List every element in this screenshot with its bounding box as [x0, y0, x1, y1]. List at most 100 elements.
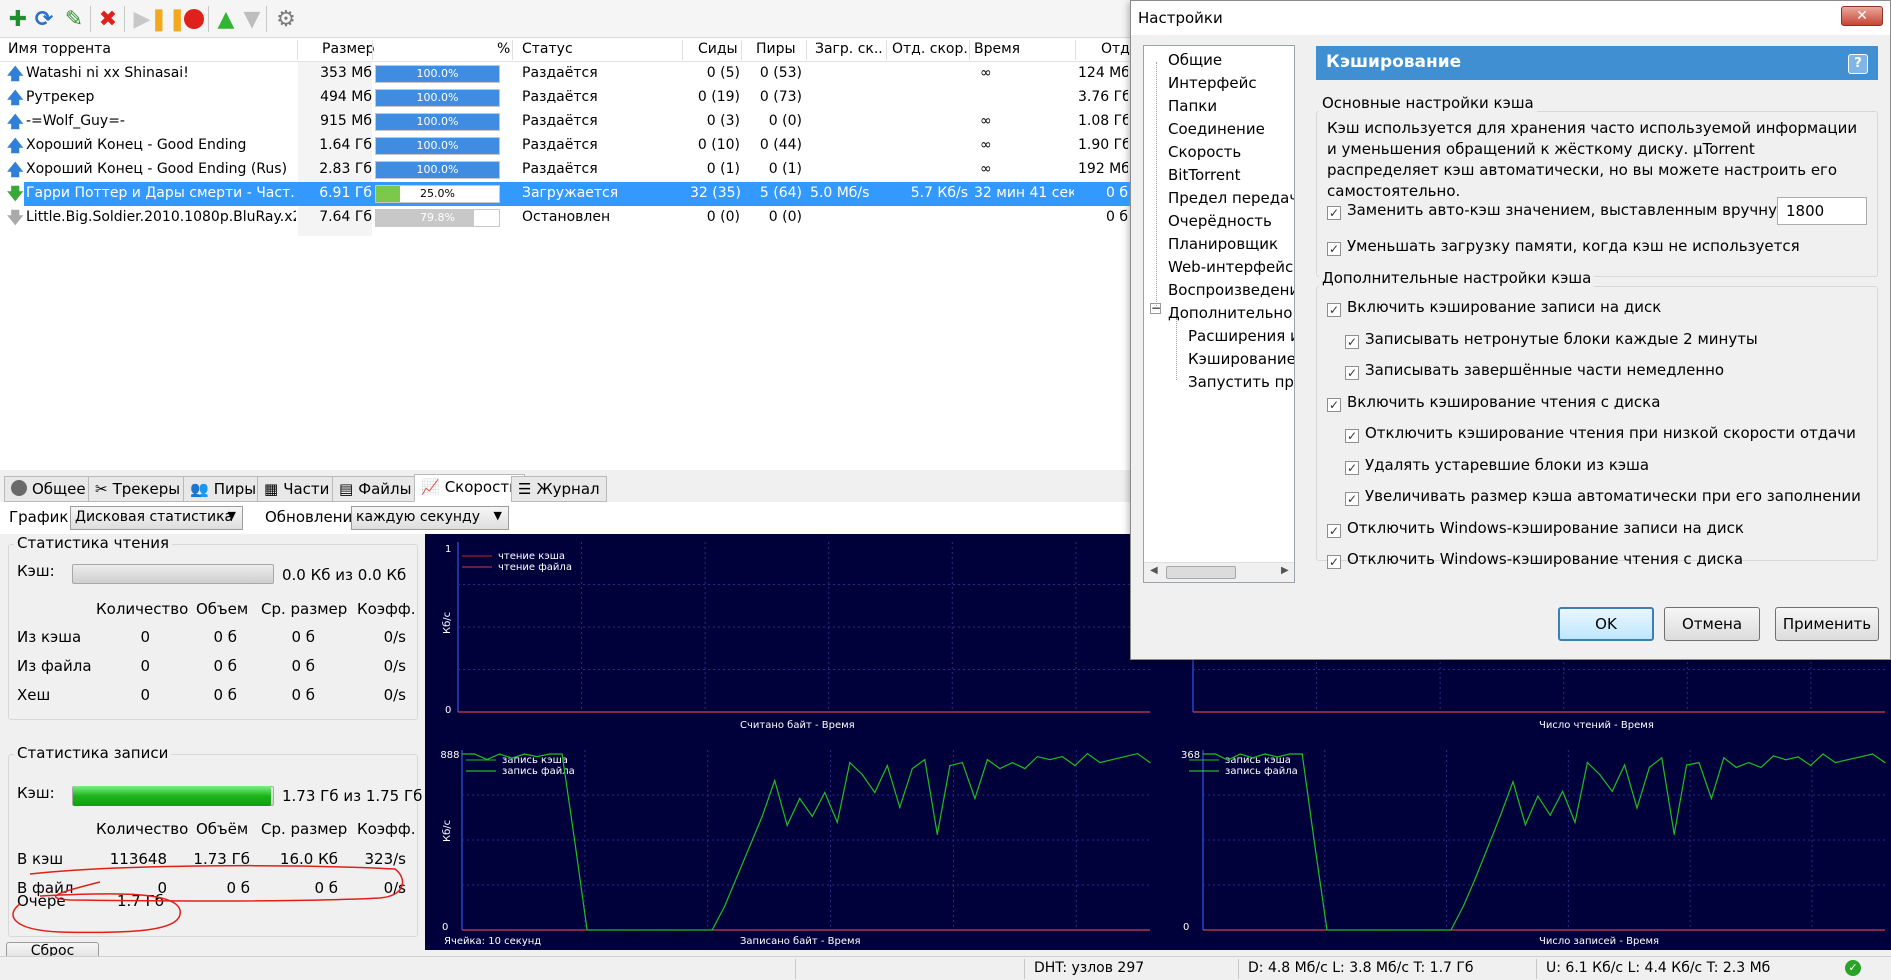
- tab-peers[interactable]: 👥 Пиры: [183, 476, 264, 502]
- scrollbar-thumb[interactable]: [1166, 566, 1236, 579]
- tree-item[interactable]: Предел передачи: [1168, 189, 1294, 207]
- column-separator[interactable]: [372, 40, 373, 60]
- scroll-right-icon[interactable]: ▶: [1281, 565, 1289, 576]
- tree-item[interactable]: Общие: [1168, 51, 1222, 69]
- column-separator[interactable]: [682, 40, 683, 60]
- tree-item[interactable]: Папки: [1168, 97, 1217, 115]
- network-ok-icon[interactable]: ✓: [1845, 960, 1861, 976]
- column-header-peers[interactable]: Пиры: [756, 41, 796, 57]
- add-url-icon[interactable]: ⟳: [30, 5, 58, 33]
- column-header-eta[interactable]: Время: [974, 41, 1020, 57]
- remove-icon[interactable]: ✖: [94, 5, 122, 33]
- cache-option-checkbox[interactable]: ✓ Отключить кэширование чтения при низкой…: [1345, 424, 1856, 443]
- series-point: [1611, 790, 1613, 792]
- tree-item[interactable]: Интерфейс: [1168, 74, 1257, 92]
- series-point: [1847, 759, 1849, 761]
- preferences-icon[interactable]: ⚙: [272, 5, 300, 33]
- column-separator[interactable]: [969, 40, 970, 60]
- cell-size: 6.91 Гб: [319, 185, 372, 201]
- column-separator[interactable]: [1075, 40, 1076, 60]
- column-separator[interactable]: [512, 40, 513, 60]
- tab-pieces[interactable]: ▦ Части: [257, 476, 337, 502]
- cache-option-checkbox[interactable]: ✓ Включить кэширование записи на диск: [1327, 298, 1661, 317]
- torrent-row[interactable]: Watashi ni xx Shinasai! 353 Мб Раздаётся 0 …: [0, 62, 1130, 86]
- cancel-button[interactable]: Отмена: [1664, 607, 1760, 641]
- cell-eta: ∞: [980, 113, 992, 129]
- torrent-row[interactable]: Хороший Конец - Good Ending (Rus) 2.83 Гб…: [0, 158, 1130, 182]
- tree-hscrollbar[interactable]: ◀ ▶: [1144, 562, 1294, 582]
- column-header-down-speed[interactable]: Загр. ск...: [815, 41, 882, 57]
- series-point: [1086, 753, 1089, 755]
- column-header-name[interactable]: Имя торрента: [8, 41, 111, 57]
- tree-item[interactable]: Расширения интерфейса: [1188, 327, 1294, 345]
- tree-item[interactable]: BitTorrent: [1168, 166, 1241, 184]
- upload-status[interactable]: U: 6.1 Кб/с L: 4.4 Кб/с T: 2.3 Мб: [1546, 960, 1770, 976]
- add-torrent-icon[interactable]: ✚: [4, 5, 32, 33]
- tree-item[interactable]: Очерёдность: [1168, 212, 1272, 230]
- tab-speed[interactable]: 📈 Скорость: [414, 474, 525, 502]
- settings-dialog: Настройки ✕ Общие Интерфейс Папки Соединени…: [1130, 0, 1891, 660]
- series-point: [1537, 795, 1539, 797]
- pause-icon[interactable]: ❚❚: [150, 5, 187, 33]
- dialog-titlebar[interactable]: Настройки ✕: [1131, 1, 1890, 35]
- stop-icon[interactable]: [180, 5, 208, 33]
- help-icon[interactable]: ?: [1848, 54, 1868, 74]
- torrent-row[interactable]: Рутрекер 494 Мб Раздаётся 0 (19) 0 (73) 3.76 …: [0, 86, 1130, 110]
- tree-item[interactable]: Запустить программу: [1188, 373, 1294, 391]
- override-cache-checkbox[interactable]: ✓ Заменить авто-кэш значением, выставленн…: [1327, 201, 1833, 220]
- column-header-status[interactable]: Статус: [522, 41, 573, 57]
- column-separator[interactable]: [297, 40, 298, 60]
- reduce-memory-checkbox[interactable]: ✓ Уменьшать загрузку памяти, когда кэш не…: [1327, 237, 1800, 256]
- tab-general[interactable]: Общее: [4, 476, 93, 502]
- dialog-title: Настройки: [1138, 9, 1223, 27]
- torrent-row[interactable]: Хороший Конец - Good Ending 1.64 Гб Раздаё…: [0, 134, 1130, 158]
- cache-option-checkbox[interactable]: ✓ Записывать нетронутые блоки каждые 2 ми…: [1345, 330, 1758, 349]
- reset-button[interactable]: Сброс: [6, 942, 99, 956]
- override-cache-input[interactable]: 1800: [1777, 197, 1867, 225]
- tab-log[interactable]: ☰ Журнал: [511, 476, 607, 502]
- cache-option-checkbox[interactable]: ✓ Удалять устаревшие блоки из кэша: [1345, 456, 1649, 475]
- stat-value: 0: [140, 657, 150, 675]
- tree-item[interactable]: Скорость: [1168, 143, 1241, 161]
- column-separator[interactable]: [741, 40, 742, 60]
- graph-select[interactable]: Дисковая статистика ▼: [70, 506, 243, 530]
- update-select[interactable]: каждую секунду ▼: [351, 506, 509, 530]
- move-up-icon[interactable]: ▲: [212, 5, 240, 33]
- apply-button[interactable]: Применить: [1775, 607, 1879, 641]
- column-separator[interactable]: [806, 40, 807, 60]
- column-header-seeds[interactable]: Сиды: [698, 41, 738, 57]
- cache-option-checkbox[interactable]: ✓ Записывать завершённые части немедленно: [1345, 361, 1724, 380]
- legend-label: запись файла: [1225, 766, 1298, 777]
- checkmark-icon: ✓: [1327, 303, 1341, 317]
- tree-item[interactable]: Web-интерфейс: [1168, 258, 1293, 276]
- series-point: [1314, 843, 1316, 845]
- column-header-size[interactable]: Размер: [322, 41, 375, 57]
- cache-option-checkbox[interactable]: ✓ Увеличивать размер кэша автоматически п…: [1345, 487, 1861, 506]
- column-header-up-speed[interactable]: Отд. скор.: [892, 41, 968, 57]
- download-status[interactable]: D: 4.8 Мб/с L: 3.8 Мб/с T: 1.7 Гб: [1248, 960, 1474, 976]
- tree-item[interactable]: Воспроизведение: [1168, 281, 1294, 299]
- cache-option-checkbox[interactable]: ✓ Отключить Windows-кэширование записи на…: [1327, 519, 1744, 538]
- close-icon[interactable]: ✕: [1841, 6, 1883, 26]
- torrent-row[interactable]: Little.Big.Soldier.2010.1080p.BluRay.x2.…: [0, 206, 1130, 230]
- column-header-percent[interactable]: %: [497, 41, 510, 57]
- tree-item[interactable]: Планировщик: [1168, 235, 1278, 253]
- torrent-row[interactable]: -=Wolf_Guy=- 915 Мб Раздаётся 0 (3) 0 (0) ∞ 1.…: [0, 110, 1130, 134]
- tab-trackers[interactable]: ✂ Трекеры: [88, 476, 188, 502]
- move-down-icon[interactable]: ▼: [238, 5, 266, 33]
- basic-cache-title: Основные настройки кэша: [1319, 94, 1537, 112]
- ok-button[interactable]: OK: [1558, 607, 1654, 641]
- scroll-left-icon[interactable]: ◀: [1150, 565, 1158, 576]
- tree-item[interactable]: Дополнительно: [1168, 304, 1292, 322]
- tree-item[interactable]: Кэширование: [1188, 350, 1294, 368]
- tree-item[interactable]: Соединение: [1168, 120, 1265, 138]
- torrent-row[interactable]: Гарри Поттер и Дары смерти - Част... 6.91…: [24, 182, 1130, 206]
- create-torrent-icon[interactable]: ✎: [60, 5, 88, 33]
- tab-files[interactable]: ▤ Файлы: [332, 476, 419, 502]
- series-point: [1822, 753, 1824, 755]
- column-separator[interactable]: [886, 40, 887, 60]
- cache-option-checkbox[interactable]: ✓ Включить кэширование чтения с диска: [1327, 393, 1660, 412]
- cell-uploaded: 0 б: [1106, 209, 1128, 225]
- checkmark-icon: ✓: [1327, 242, 1341, 256]
- cache-option-checkbox[interactable]: ✓ Отключить Windows-кэширование чтения с …: [1327, 550, 1743, 569]
